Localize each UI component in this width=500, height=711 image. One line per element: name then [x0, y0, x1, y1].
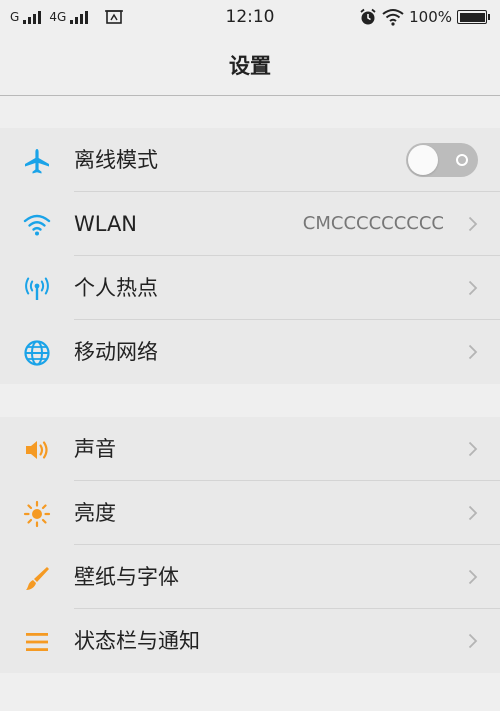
chevron-right-icon	[468, 441, 478, 457]
settings-item-sound[interactable]: 声音	[0, 417, 500, 481]
chevron-right-icon	[468, 633, 478, 649]
hotspot-icon	[22, 274, 52, 304]
clock: 12:10	[225, 7, 275, 27]
settings-item-wlan[interactable]: WLAN CMCCCCCCCCC	[0, 192, 500, 256]
speaker-icon	[22, 435, 52, 465]
chevron-right-icon	[468, 569, 478, 585]
settings-item-label: 壁纸与字体	[74, 565, 179, 589]
settings-item-wallpaper-font[interactable]: 壁纸与字体	[0, 545, 500, 609]
settings-item-statusbar-notifications[interactable]: 状态栏与通知	[0, 609, 500, 673]
globe-icon	[22, 338, 52, 368]
settings-group-connectivity: 离线模式 WLAN CMCCCCCCCCC 个人热点 移动网络	[0, 128, 500, 384]
settings-screen: G 4G 12:10 100% 设置 离线模式 WLAN CMCCCCCCCCC…	[0, 0, 500, 711]
wlan-network-name: CMCCCCCCCCC	[302, 213, 444, 234]
title-bar: 设置	[0, 34, 500, 96]
page-title: 设置	[229, 53, 271, 78]
airplane-mode-toggle[interactable]	[406, 143, 478, 177]
chevron-right-icon	[468, 505, 478, 521]
settings-item-mobile-network[interactable]: 移动网络	[0, 320, 500, 384]
brightness-icon	[22, 499, 52, 529]
settings-item-brightness[interactable]: 亮度	[0, 481, 500, 545]
airplane-icon	[22, 146, 52, 176]
settings-item-airplane-mode[interactable]: 离线模式	[0, 128, 500, 192]
settings-item-label: 离线模式	[74, 148, 158, 172]
settings-item-label: 声音	[74, 437, 116, 461]
chevron-right-icon	[468, 216, 478, 232]
status-bar: G 4G 12:10 100%	[0, 0, 500, 34]
list-icon	[22, 627, 52, 657]
chevron-right-icon	[468, 280, 478, 296]
settings-item-label: 状态栏与通知	[74, 629, 200, 653]
chevron-right-icon	[468, 344, 478, 360]
settings-group-display: 声音 亮度 壁纸与字体 状态栏与通知	[0, 417, 500, 673]
wifi-icon	[22, 210, 52, 240]
settings-item-label: 亮度	[74, 501, 116, 525]
settings-item-label: 移动网络	[74, 340, 158, 364]
settings-item-label: 个人热点	[74, 276, 158, 300]
brush-icon	[22, 563, 52, 593]
settings-item-hotspot[interactable]: 个人热点	[0, 256, 500, 320]
settings-item-label: WLAN	[74, 212, 138, 236]
